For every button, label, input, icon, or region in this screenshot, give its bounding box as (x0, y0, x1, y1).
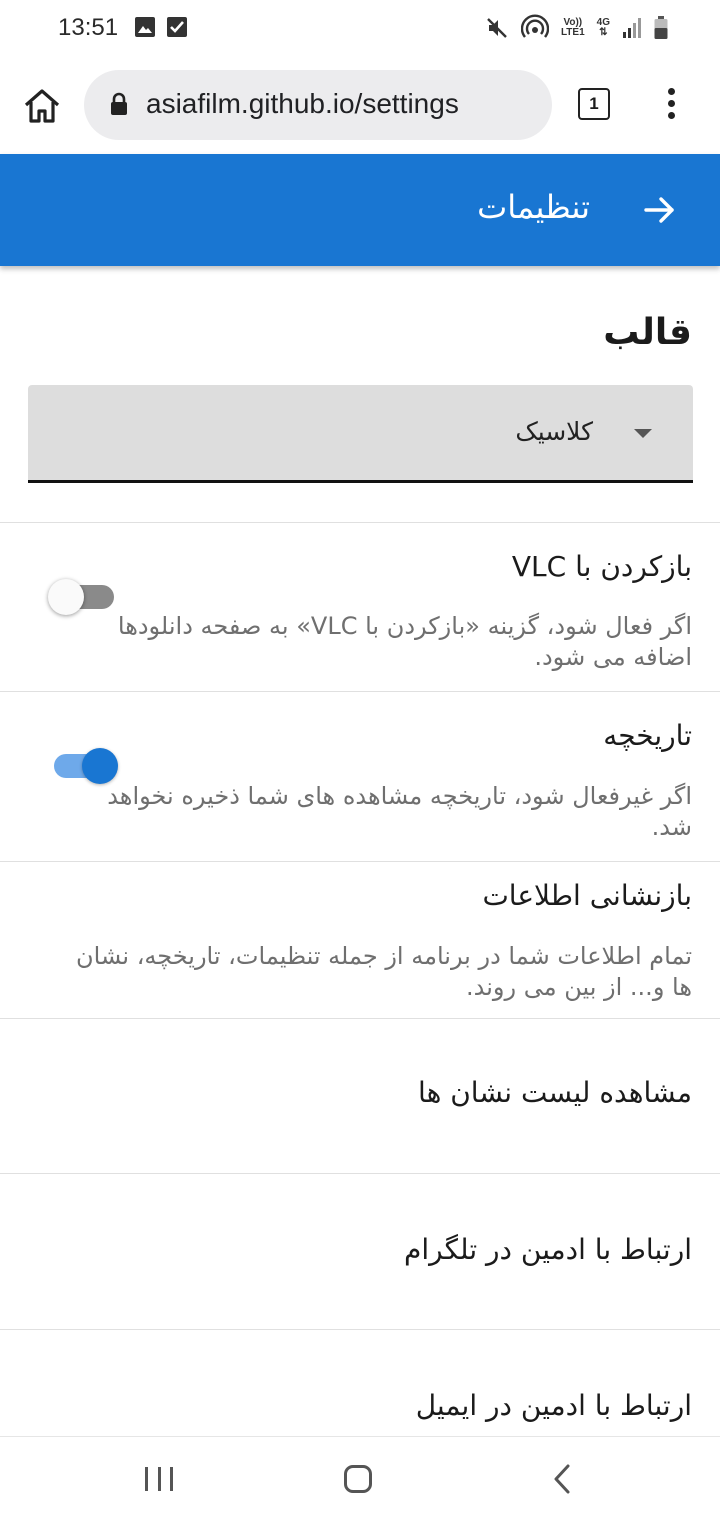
volte-icon: Vo)) LTE1 (560, 17, 585, 38)
history-setting-title: تاریخچه (603, 719, 692, 752)
more-vert-icon[interactable] (662, 88, 680, 124)
home-icon[interactable] (20, 84, 64, 128)
gallery-icon (135, 17, 155, 37)
divider (0, 1173, 720, 1174)
chevron-down-icon (634, 429, 652, 438)
back-nav-icon[interactable] (548, 1463, 576, 1495)
divider (0, 522, 720, 523)
address-bar[interactable]: asiafilm.github.io/settings (84, 70, 552, 140)
check-icon (167, 17, 187, 37)
divider (0, 861, 720, 862)
signal-icon (623, 18, 641, 38)
divider (0, 691, 720, 692)
bookmarks-list-item[interactable]: مشاهده لیست نشان ها (418, 1076, 692, 1109)
system-nav-bar (0, 1436, 720, 1520)
browser-toolbar: asiafilm.github.io/settings 1 (0, 58, 720, 154)
email-contact-item[interactable]: ارتباط با ادمین در ایمیل (416, 1389, 692, 1422)
vlc-setting-title: بازکردن با VLC (511, 550, 692, 583)
status-bar: 13:51 Vo)) LTE1 4G ⇅ (0, 0, 720, 58)
divider (0, 1018, 720, 1019)
page-title: تنظیمات (477, 188, 590, 226)
url-text: asiafilm.github.io/settings (146, 88, 459, 119)
telegram-contact-item[interactable]: ارتباط با ادمین در تلگرام (404, 1233, 692, 1266)
arrow-forward-icon[interactable] (640, 190, 680, 230)
vlc-toggle[interactable] (48, 575, 120, 615)
reset-data-title: بازنشانی اطلاعات (482, 879, 692, 912)
theme-select-value: کلاسیک (515, 417, 593, 446)
network-4g-icon: 4G ⇅ (596, 17, 610, 38)
reset-data-description: تمام اطلاعات شما در برنامه از جمله تنظیم… (76, 942, 692, 1001)
mute-icon (487, 18, 507, 38)
vlc-setting-description: اگر فعال شود، گزینه «بازکردن با VLC» به … (117, 612, 692, 671)
app-bar: تنظیمات (0, 154, 720, 266)
tabs-icon[interactable]: 1 (578, 88, 610, 120)
divider (0, 1329, 720, 1330)
theme-section-title: قالب (603, 312, 692, 353)
lock-icon (111, 92, 127, 115)
history-toggle[interactable] (52, 744, 122, 784)
battery-icon (654, 16, 668, 39)
status-right-icons: Vo)) LTE1 4G ⇅ (485, 14, 668, 42)
status-time: 13:51 (58, 14, 119, 41)
hotspot-icon (520, 14, 549, 38)
theme-select[interactable]: کلاسیک (28, 385, 693, 483)
home-nav-icon[interactable] (344, 1465, 372, 1493)
recent-apps-icon[interactable] (145, 1467, 173, 1491)
history-setting-description: اگر غیرفعال شود، تاریخچه مشاهده های شما … (107, 782, 692, 841)
